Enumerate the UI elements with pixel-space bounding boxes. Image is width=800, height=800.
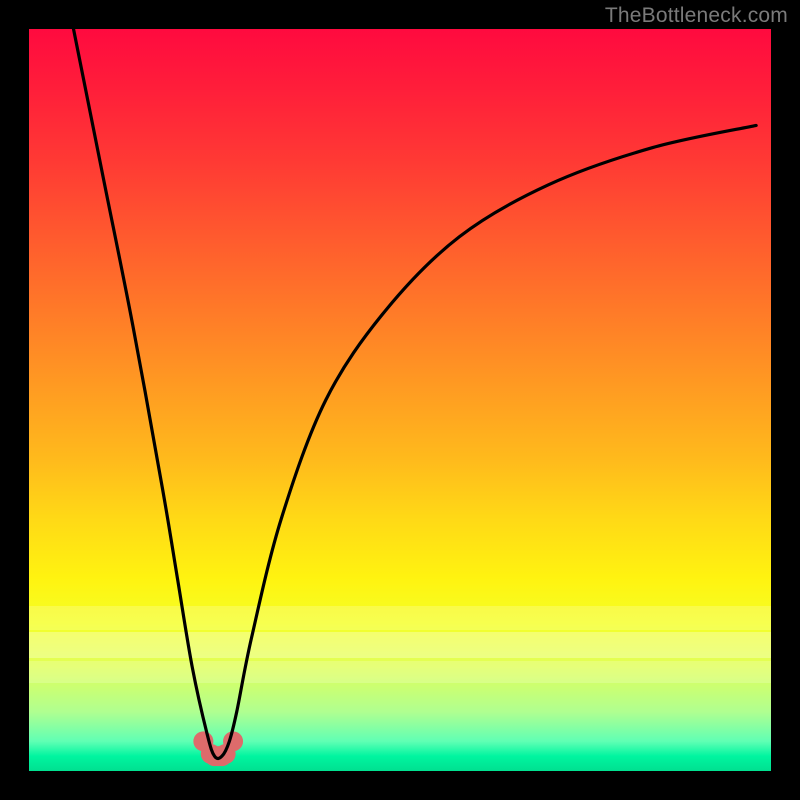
marker-group [193,731,243,766]
chart-frame: TheBottleneck.com [0,0,800,800]
watermark-text: TheBottleneck.com [605,4,788,28]
curve-svg [29,29,771,771]
bottleneck-curve [74,29,757,759]
plot-area [29,29,771,771]
